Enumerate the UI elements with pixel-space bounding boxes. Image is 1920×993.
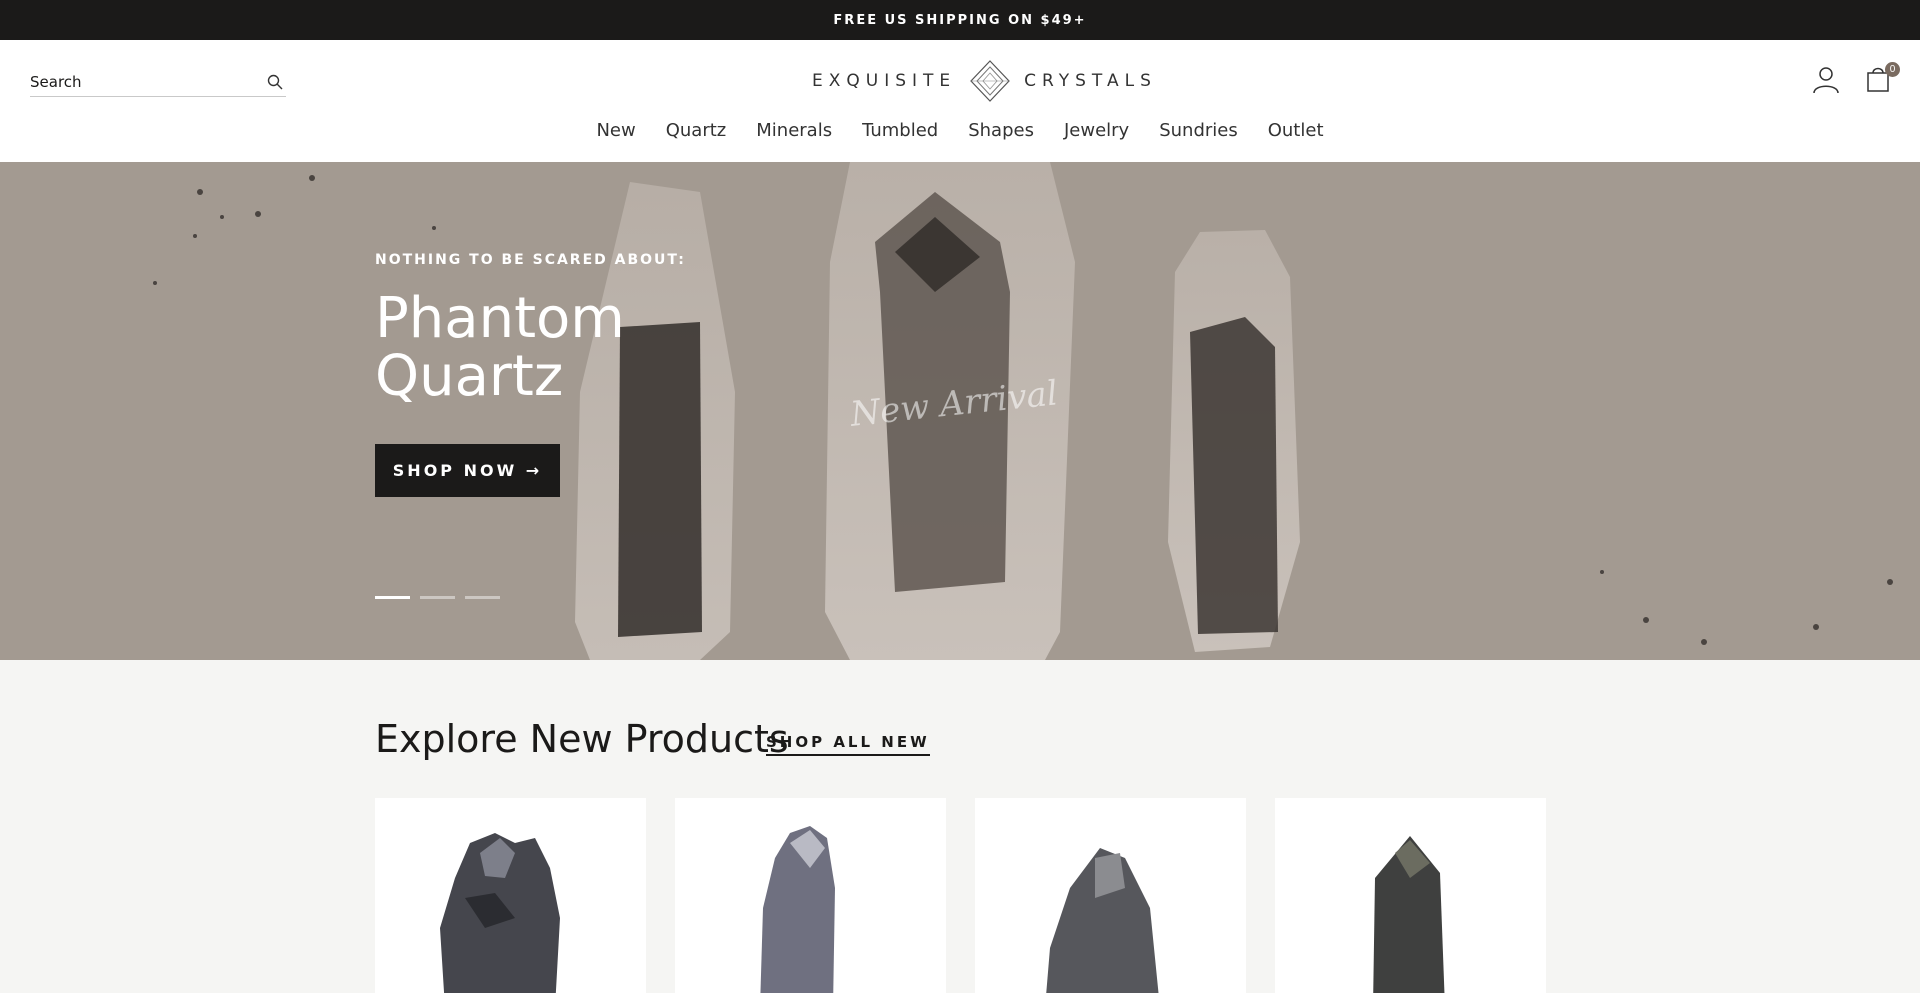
hero-banner: NOTHING TO BE SCARED ABOUT: Phantom Quar…: [0, 162, 1920, 660]
logo-word-right: CRYSTALS: [1024, 71, 1157, 91]
user-icon: [1813, 67, 1839, 94]
announcement-text: FREE US SHIPPING ON $49+: [833, 12, 1087, 28]
search-input[interactable]: [30, 68, 250, 96]
hero-title: Phantom Quartz: [375, 286, 625, 409]
product-image: [440, 833, 560, 993]
header-actions: 0: [1810, 62, 1900, 96]
logo-word-left: EXQUISITE: [812, 71, 957, 91]
nav-item-new[interactable]: New: [596, 120, 635, 141]
site-logo[interactable]: EXQUISITE CRYSTALS: [812, 58, 1157, 104]
nav-item-shapes[interactable]: Shapes: [968, 120, 1034, 141]
main-nav: New Quartz Minerals Tumbled Shapes Jewel…: [0, 120, 1920, 141]
slide-dot-1[interactable]: [375, 596, 410, 599]
product-card[interactable]: [675, 798, 946, 993]
nav-item-tumbled[interactable]: Tumbled: [862, 120, 938, 141]
search-bar: [30, 68, 286, 97]
slide-dot-3[interactable]: [465, 596, 500, 599]
search-icon: [267, 74, 283, 89]
product-image: [1373, 836, 1445, 993]
account-button[interactable]: [1810, 64, 1842, 96]
hero-kicker: NOTHING TO BE SCARED ABOUT:: [375, 252, 686, 268]
product-card[interactable]: [375, 798, 646, 993]
nav-item-quartz[interactable]: Quartz: [666, 120, 727, 141]
cart-count-badge: 0: [1885, 62, 1900, 77]
section-title: Explore New Products: [375, 717, 789, 761]
search-button[interactable]: [264, 72, 286, 94]
product-card[interactable]: [975, 798, 1246, 993]
slide-indicators: [375, 596, 500, 599]
product-card[interactable]: [1275, 798, 1546, 993]
shop-now-button[interactable]: SHOP NOW →: [375, 444, 560, 497]
site-header: EXQUISITE CRYSTALS 0 New Quartz Minerals: [0, 40, 1920, 162]
diamond-logo-icon: [970, 60, 1010, 102]
nav-item-jewelry[interactable]: Jewelry: [1064, 120, 1129, 141]
nav-item-sundries[interactable]: Sundries: [1159, 120, 1238, 141]
nav-item-minerals[interactable]: Minerals: [756, 120, 832, 141]
slide-dot-2[interactable]: [420, 596, 455, 599]
product-image: [1046, 848, 1159, 993]
nav-item-outlet[interactable]: Outlet: [1268, 120, 1324, 141]
product-image: [760, 826, 835, 993]
announcement-bar: FREE US SHIPPING ON $49+: [0, 0, 1920, 40]
shop-all-new-link[interactable]: SHOP ALL NEW: [766, 733, 930, 756]
cart-button[interactable]: 0: [1862, 62, 1900, 96]
